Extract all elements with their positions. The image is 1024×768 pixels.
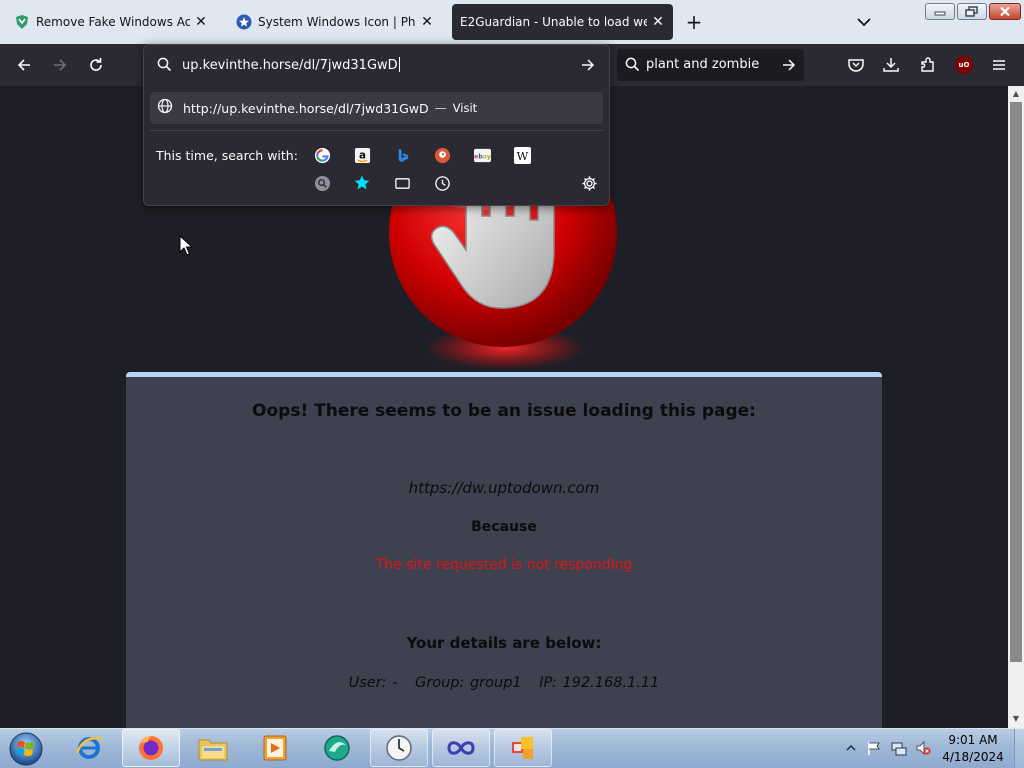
minimize-window-button[interactable] xyxy=(925,3,955,20)
url-input-value: up.kevinthe.horse/dl/7jwd31GwD xyxy=(182,58,398,73)
search-icon xyxy=(625,57,640,76)
tab-e2guardian[interactable]: E2Guardian - Unable to load website ✕ xyxy=(452,4,673,40)
search-engines-label: This time, search with: xyxy=(156,148,298,163)
search-go-arrow-icon[interactable] xyxy=(781,57,797,77)
taskbar-firefox[interactable] xyxy=(122,729,180,767)
ublock-origin-icon[interactable]: uO xyxy=(955,56,973,74)
windows-logo-icon xyxy=(9,732,43,766)
mouse-cursor-icon xyxy=(179,235,193,256)
tab-title: System Windows Icon | Phuzion xyxy=(258,15,416,29)
downloads-icon[interactable] xyxy=(879,53,903,77)
action-center-flag-icon[interactable] xyxy=(866,740,882,756)
globe-icon xyxy=(157,98,173,118)
tab-system-windows-icon[interactable]: System Windows Icon | Phuzion ✕ xyxy=(226,4,442,40)
pocket-icon[interactable] xyxy=(844,53,868,77)
suggestion-action: Visit xyxy=(452,101,478,115)
infinity-icon xyxy=(447,741,475,755)
taskbar-clock-app[interactable] xyxy=(370,729,428,767)
taskbar-internet-explorer[interactable] xyxy=(60,729,118,767)
green-circle-app-icon xyxy=(324,735,350,761)
wikipedia-icon[interactable]: W xyxy=(513,146,531,164)
firefox-icon xyxy=(139,736,163,760)
star-badge-icon xyxy=(236,14,252,30)
because-label: Because xyxy=(471,519,537,535)
tab-title: E2Guardian - Unable to load website xyxy=(460,15,647,29)
clock-date[interactable]: 4/18/2024 xyxy=(934,750,1012,764)
error-panel: Oops! There seems to be an issue loading… xyxy=(126,372,882,732)
tab-remove-fake-windows[interactable]: Remove Fake Windows Activati ✕ xyxy=(4,4,216,40)
search-bar[interactable]: plant and zombie xyxy=(617,49,804,81)
tab-title: Remove Fake Windows Activati xyxy=(36,15,190,29)
close-tab-icon[interactable]: ✕ xyxy=(651,15,665,29)
reload-icon[interactable] xyxy=(84,53,108,77)
clock-time[interactable]: 9:01 AM xyxy=(934,733,1012,747)
text-caret xyxy=(398,57,400,72)
speaker-muted-icon[interactable] xyxy=(915,740,931,756)
history-clock-icon[interactable] xyxy=(433,174,451,192)
internet-explorer-icon xyxy=(75,737,103,759)
suggestion-separator: — xyxy=(434,101,447,115)
new-tab-button[interactable]: + xyxy=(683,12,705,34)
restore-window-button[interactable] xyxy=(957,3,987,20)
tab-strip: Remove Fake Windows Activati ✕ System Wi… xyxy=(0,0,1024,44)
group-value: Group: group1 xyxy=(415,675,522,691)
taskbar-media-player[interactable] xyxy=(246,729,304,767)
taskbar-windows-app[interactable] xyxy=(494,729,552,767)
suggestion-url: http://up.kevinthe.horse/dl/7jwd31GwD xyxy=(183,100,429,116)
close-window-button[interactable] xyxy=(989,3,1021,20)
search-icon xyxy=(157,57,172,76)
svg-text:W: W xyxy=(516,149,528,163)
details-heading: Your details are below: xyxy=(406,634,602,652)
url-input-row[interactable]: up.kevinthe.horse/dl/7jwd31GwD xyxy=(144,45,609,85)
url-input[interactable]: up.kevinthe.horse/dl/7jwd31GwD xyxy=(182,57,400,73)
close-tab-icon[interactable]: ✕ xyxy=(420,15,434,29)
network-icon[interactable] xyxy=(891,740,907,756)
scrollbar-thumb[interactable] xyxy=(1010,102,1022,662)
shield-icon xyxy=(14,14,30,30)
url-suggestion-row[interactable]: http://up.kevinthe.horse/dl/7jwd31GwD — … xyxy=(150,92,603,124)
user-value: User: - xyxy=(348,675,398,691)
user-details-line: User: - Group: group1 IP: 192.168.1.11 xyxy=(126,675,882,691)
hamburger-menu-icon[interactable] xyxy=(987,53,1011,77)
start-button[interactable] xyxy=(6,730,46,768)
gear-icon[interactable] xyxy=(580,174,598,192)
close-tab-icon[interactable]: ✕ xyxy=(194,15,208,29)
url-dropdown: up.kevinthe.horse/dl/7jwd31GwD http://up… xyxy=(143,44,610,206)
search-history-icon[interactable] xyxy=(313,174,331,192)
svg-text:a: a xyxy=(358,149,365,161)
scroll-down-arrow-icon[interactable]: ▼ xyxy=(1008,712,1024,726)
back-arrow-icon[interactable] xyxy=(12,53,36,77)
bing-icon[interactable] xyxy=(393,146,411,164)
taskbar-file-explorer[interactable] xyxy=(184,729,242,767)
block-reason: The site requested is not responding xyxy=(375,557,633,573)
bookmarks-star-icon[interactable] xyxy=(353,174,371,192)
ip-value: IP: 192.168.1.11 xyxy=(539,675,660,691)
taskbar-green-app[interactable] xyxy=(308,729,366,767)
google-icon[interactable] xyxy=(313,146,331,164)
forward-arrow-icon[interactable] xyxy=(48,53,72,77)
ebay-icon[interactable]: ebay xyxy=(473,146,491,164)
url-go-arrow-icon[interactable] xyxy=(580,57,596,77)
folder-icon xyxy=(198,739,228,761)
duckduckgo-icon[interactable] xyxy=(433,146,451,164)
blocked-url: https://dw.uptodown.com xyxy=(408,479,600,497)
show-desktop-button[interactable] xyxy=(1014,729,1024,768)
show-hidden-icons-arrow-icon[interactable] xyxy=(843,740,859,756)
tabs-icon[interactable] xyxy=(393,174,411,192)
scroll-up-arrow-icon[interactable]: ▲ xyxy=(1008,87,1024,101)
media-player-icon xyxy=(263,735,287,761)
divider xyxy=(150,130,603,131)
tab-list-chevron-icon[interactable] xyxy=(854,12,874,32)
colored-squares-icon xyxy=(512,737,533,759)
extensions-icon[interactable] xyxy=(916,53,940,77)
clock-icon xyxy=(386,735,412,761)
error-heading: Oops! There seems to be an issue loading… xyxy=(252,401,756,421)
search-input[interactable]: plant and zombie xyxy=(646,57,759,72)
svg-text:ebay: ebay xyxy=(474,153,491,160)
amazon-icon[interactable]: a xyxy=(353,146,371,164)
taskbar-infinity-app[interactable] xyxy=(432,729,490,767)
